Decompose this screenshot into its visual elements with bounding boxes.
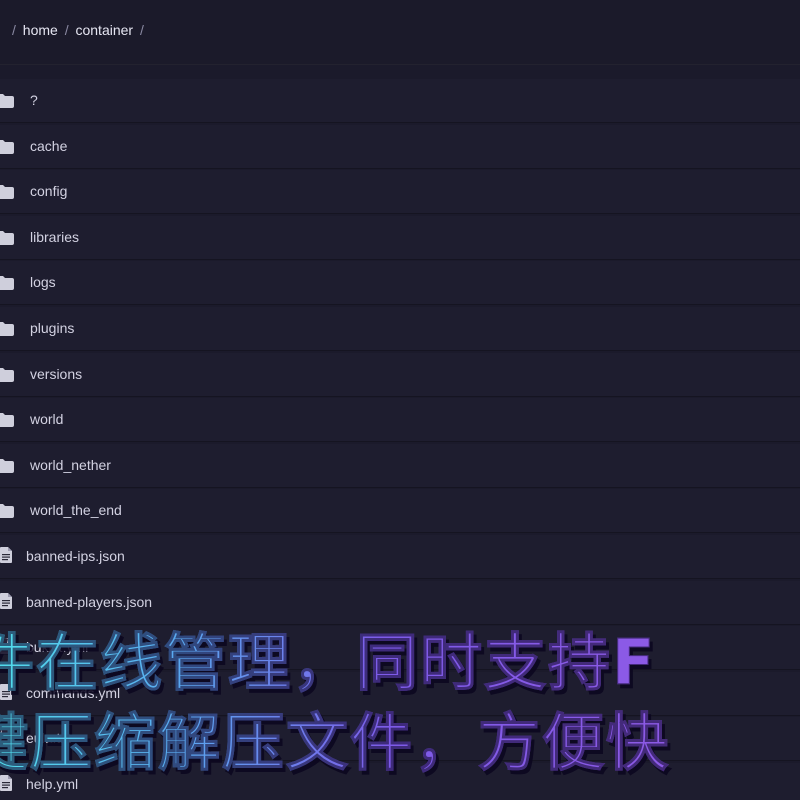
folder-icon: [0, 276, 14, 291]
file-icon: [0, 546, 12, 563]
file-name: config: [30, 183, 68, 200]
breadcrumb-home[interactable]: home: [23, 22, 58, 38]
folder-row[interactable]: world: [0, 398, 800, 443]
folder-icon: [0, 185, 14, 200]
folder-row[interactable]: plugins: [0, 306, 800, 351]
file-name: libraries: [30, 228, 80, 245]
header: / home / container /: [0, 0, 800, 65]
breadcrumb-separator: /: [12, 22, 16, 38]
folder-icon: [0, 413, 14, 428]
folder-row[interactable]: cache: [0, 124, 800, 169]
file-row[interactable]: eula.txt: [0, 717, 800, 762]
folder-row[interactable]: logs: [0, 261, 800, 306]
folder-row[interactable]: libraries: [0, 215, 800, 260]
file-row[interactable]: help.yml: [0, 762, 800, 800]
folder-icon: [0, 230, 14, 245]
file-manager: / home / container / ? cache config librari…: [0, 0, 800, 800]
file-icon: [0, 729, 12, 746]
file-name: bukkit.yml: [26, 639, 89, 656]
file-name: logs: [30, 274, 56, 291]
file-list: ? cache config libraries logs plugins versions…: [0, 79, 800, 800]
folder-icon: [0, 139, 14, 154]
folder-icon: [0, 504, 14, 519]
folder-icon: [0, 367, 14, 382]
breadcrumb: / home / container /: [12, 22, 147, 38]
breadcrumb-separator: /: [139, 22, 144, 38]
file-name: cache: [30, 137, 68, 154]
file-name: world_the_end: [30, 502, 122, 519]
file-name: banned-players.json: [26, 593, 153, 610]
folder-row[interactable]: world_the_end: [0, 489, 800, 534]
folder-icon: [0, 321, 14, 336]
file-name: plugins: [30, 319, 75, 336]
folder-icon: [0, 94, 14, 108]
folder-row[interactable]: config: [0, 170, 800, 215]
file-name: world_nether: [30, 456, 111, 473]
folder-row[interactable]: versions: [0, 352, 800, 397]
file-name: commands.yml: [26, 684, 121, 701]
folder-row[interactable]: world_nether: [0, 443, 800, 488]
file-row[interactable]: banned-ips.json: [0, 534, 800, 579]
file-icon: [0, 683, 12, 700]
file-icon: [0, 592, 12, 609]
file-row[interactable]: banned-players.json: [0, 580, 800, 625]
folder-icon: [0, 458, 14, 473]
breadcrumb-container[interactable]: container: [75, 22, 133, 38]
file-row[interactable]: commands.yml: [0, 671, 800, 716]
breadcrumb-separator: /: [64, 22, 69, 38]
file-icon: [0, 774, 12, 791]
file-name: ?: [30, 92, 38, 108]
file-name: eula.txt: [26, 730, 72, 747]
file-row[interactable]: bukkit.yml: [0, 626, 800, 671]
folder-row[interactable]: ?: [0, 79, 800, 123]
file-icon: [0, 638, 12, 655]
file-name: banned-ips.json: [26, 547, 125, 564]
file-name: help.yml: [26, 775, 79, 792]
file-name: world: [30, 411, 64, 428]
file-name: versions: [30, 365, 83, 382]
